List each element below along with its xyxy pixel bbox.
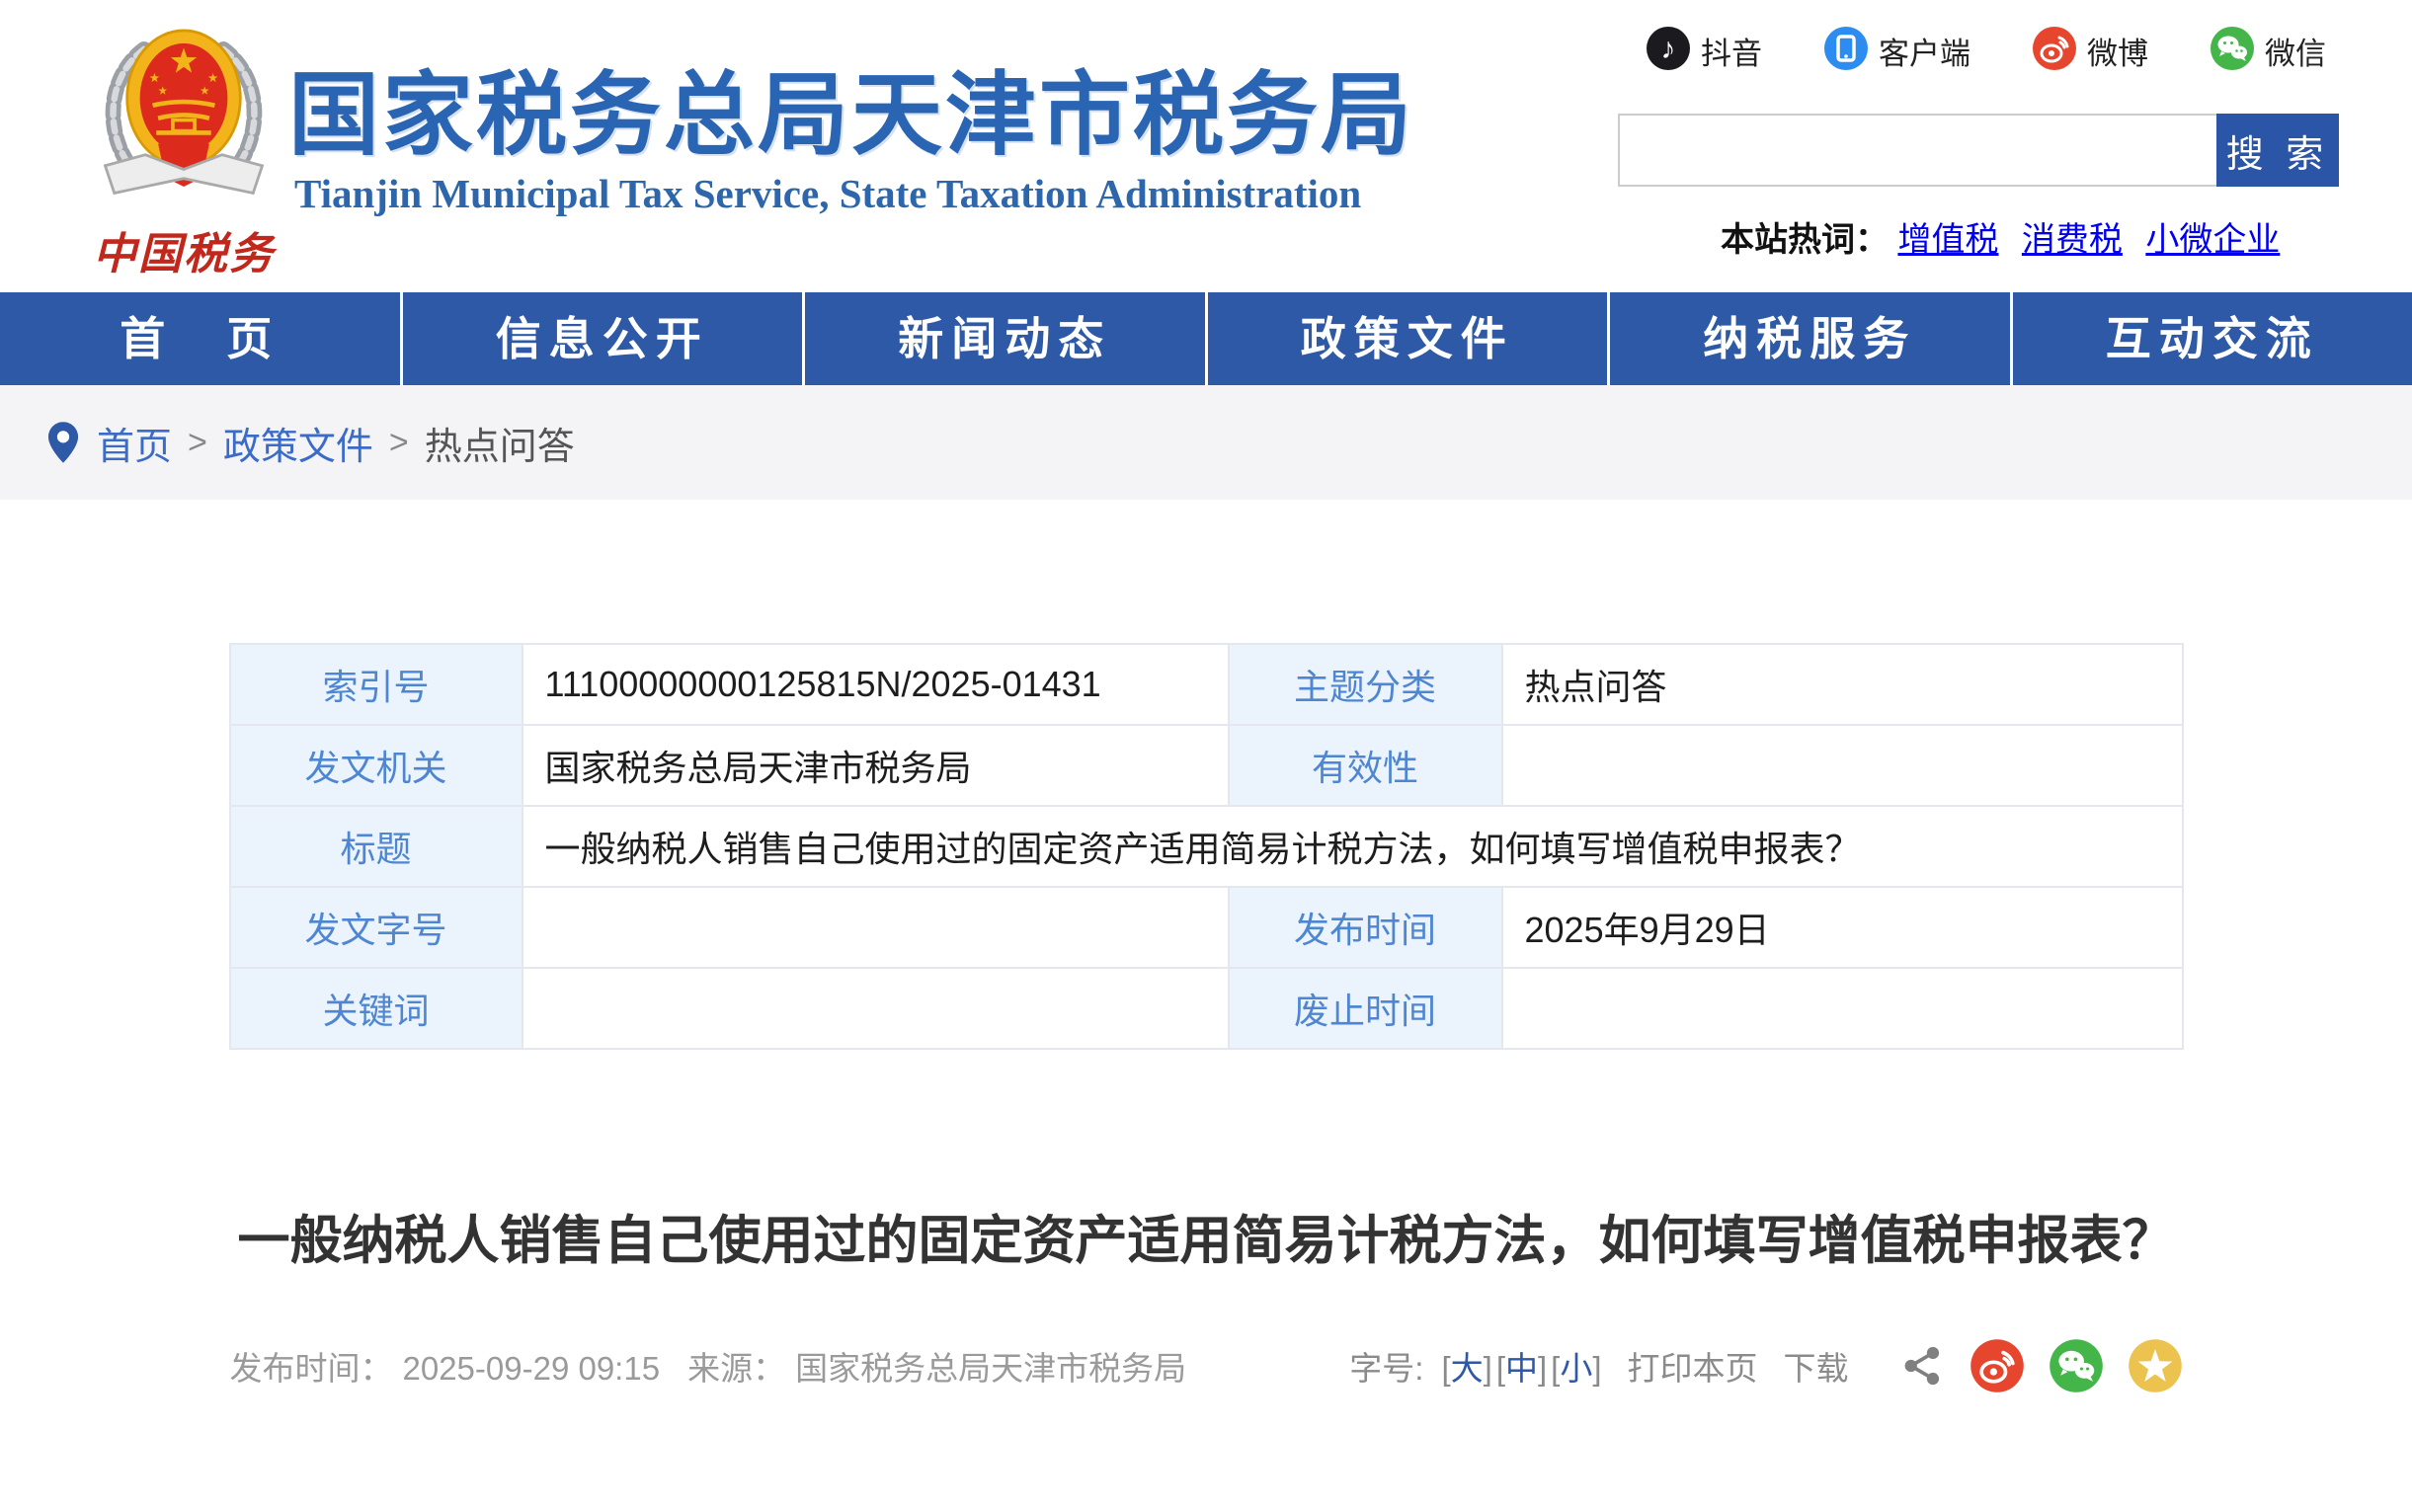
- breadcrumb-home[interactable]: 首页: [97, 416, 172, 470]
- breadcrumb-policy[interactable]: 政策文件: [223, 416, 373, 470]
- nav-item-info[interactable]: 信息公开: [403, 292, 803, 385]
- social-links: ♪ 抖音 客户端 微博: [1618, 26, 2345, 76]
- nav-item-home[interactable]: 首 页: [0, 292, 400, 385]
- font-size-medium[interactable]: [中]: [1496, 1342, 1547, 1390]
- share-qzone-icon[interactable]: [2128, 1338, 2183, 1393]
- wechat-icon: [2210, 26, 2255, 76]
- info-value: [1502, 725, 2183, 806]
- social-link-client[interactable]: 客户端: [1823, 26, 1970, 76]
- nav-item-interaction[interactable]: 互动交流: [2013, 292, 2412, 385]
- share-buttons: [1900, 1338, 2183, 1393]
- douyin-icon: ♪: [1646, 26, 1691, 76]
- social-label: 微信: [2265, 29, 2326, 73]
- nav-item-tax-service[interactable]: 纳税服务: [1610, 292, 2010, 385]
- article-tools: 字号: [大] [中] [小] 打印本页 下载: [1349, 1338, 2182, 1393]
- page-title: 国家税务总局天津市税务局: [288, 41, 1414, 173]
- info-value: [1502, 968, 2183, 1049]
- social-link-douyin[interactable]: ♪ 抖音: [1646, 26, 1762, 76]
- social-label: 抖音: [1701, 29, 1762, 73]
- info-label: 发布时间: [1229, 887, 1502, 968]
- svg-text:♪: ♪: [1661, 33, 1676, 65]
- breadcrumb-separator: >: [188, 424, 207, 462]
- article-meta: 发布时间： 2025-09-29 09:15 来源： 国家税务总局天津市税务局 字号:…: [230, 1338, 2183, 1393]
- info-value: 一般纳税人销售自己使用过的固定资产适用简易计税方法，如何填写增值税申报表？: [523, 806, 2183, 887]
- info-value: [523, 887, 1229, 968]
- share-icon[interactable]: [1900, 1343, 1946, 1389]
- table-row: 发文字号 发布时间 2025年9月29日: [230, 887, 2183, 968]
- location-pin-icon: [47, 421, 79, 464]
- hot-word-link[interactable]: 小微企业: [2145, 221, 2280, 259]
- font-size-label: 字号:: [1349, 1342, 1423, 1390]
- tax-emblem-icon: [92, 199, 276, 215]
- nav-item-policy[interactable]: 政策文件: [1208, 292, 1608, 385]
- breadcrumb-current: 热点问答: [425, 416, 575, 470]
- site-header: 中国税务 国家税务总局天津市税务局 Tianjin Municipal Tax …: [0, 0, 2412, 292]
- search-button[interactable]: 搜 索: [2216, 114, 2339, 187]
- nav-item-news[interactable]: 新闻动态: [805, 292, 1205, 385]
- info-label: 有效性: [1229, 725, 1502, 806]
- table-row: 发文机关 国家税务总局天津市税务局 有效性: [230, 725, 2183, 806]
- publish-time-value: 2025-09-29 09:15: [403, 1350, 661, 1387]
- table-row: 标题 一般纳税人销售自己使用过的固定资产适用简易计税方法，如何填写增值税申报表？: [230, 806, 2183, 887]
- social-link-wechat[interactable]: 微信: [2210, 26, 2326, 76]
- logo-caption: 中国税务: [85, 218, 282, 281]
- info-label: 标题: [230, 806, 523, 887]
- source-value: 国家税务总局天津市税务局: [795, 1350, 1186, 1387]
- hot-words: 本站热词： 增值税 消费税 小微企业: [1618, 212, 2345, 261]
- info-value: 11100000000125815N/2025-01431: [523, 644, 1229, 725]
- site-subtitle-english: Tianjin Municipal Tax Service, State Tax…: [294, 170, 1361, 217]
- print-button[interactable]: 打印本页: [1628, 1342, 1758, 1390]
- breadcrumb: 首页 > 政策文件 > 热点问答: [0, 385, 2412, 500]
- font-size-small[interactable]: [小]: [1551, 1342, 1601, 1390]
- info-label: 主题分类: [1229, 644, 1502, 725]
- info-label: 发文机关: [230, 725, 523, 806]
- download-button[interactable]: 下载: [1784, 1342, 1849, 1390]
- client-icon: [1823, 26, 1869, 76]
- search-input[interactable]: [1618, 114, 2216, 187]
- info-value: 国家税务总局天津市税务局: [523, 725, 1229, 806]
- social-label: 微博: [2087, 29, 2148, 73]
- publish-time-label: 发布时间：: [230, 1350, 393, 1387]
- info-label: 关键词: [230, 968, 523, 1049]
- info-value: 热点问答: [1502, 644, 2183, 725]
- weibo-icon: [2032, 26, 2077, 76]
- hot-word-link[interactable]: 消费税: [2022, 221, 2123, 259]
- info-label: 索引号: [230, 644, 523, 725]
- document-info-table: 索引号 11100000000125815N/2025-01431 主题分类 热…: [229, 643, 2184, 1050]
- info-label: 发文字号: [230, 887, 523, 968]
- header-right-column: ♪ 抖音 客户端 微博: [1618, 26, 2345, 261]
- hot-words-label: 本站热词：: [1721, 221, 1889, 259]
- publish-info: 发布时间： 2025-09-29 09:15 来源： 国家税务总局天津市税务局: [230, 1342, 1197, 1390]
- source-label: 来源：: [687, 1350, 785, 1387]
- breadcrumb-separator: >: [389, 424, 409, 462]
- info-value: 2025年9月29日: [1502, 887, 2183, 968]
- social-label: 客户端: [1879, 29, 1970, 73]
- hot-word-link[interactable]: 增值税: [1897, 221, 1998, 259]
- main-nav: 首 页 信息公开 新闻动态 政策文件 纳税服务 互动交流: [0, 292, 2412, 385]
- article-title: 一般纳税人销售自己使用过的固定资产适用简易计税方法，如何填写增值税申报表？: [169, 1196, 2243, 1287]
- table-row: 关键词 废止时间: [230, 968, 2183, 1049]
- font-size-large[interactable]: [大]: [1441, 1342, 1491, 1390]
- info-label: 废止时间: [1229, 968, 1502, 1049]
- social-link-weibo[interactable]: 微博: [2032, 26, 2148, 76]
- info-value: [523, 968, 1229, 1049]
- site-search: 搜 索: [1618, 114, 2345, 187]
- site-logo: 中国税务: [85, 18, 282, 281]
- table-row: 索引号 11100000000125815N/2025-01431 主题分类 热…: [230, 644, 2183, 725]
- share-weibo-icon[interactable]: [1970, 1338, 2025, 1393]
- share-wechat-icon[interactable]: [2049, 1338, 2104, 1393]
